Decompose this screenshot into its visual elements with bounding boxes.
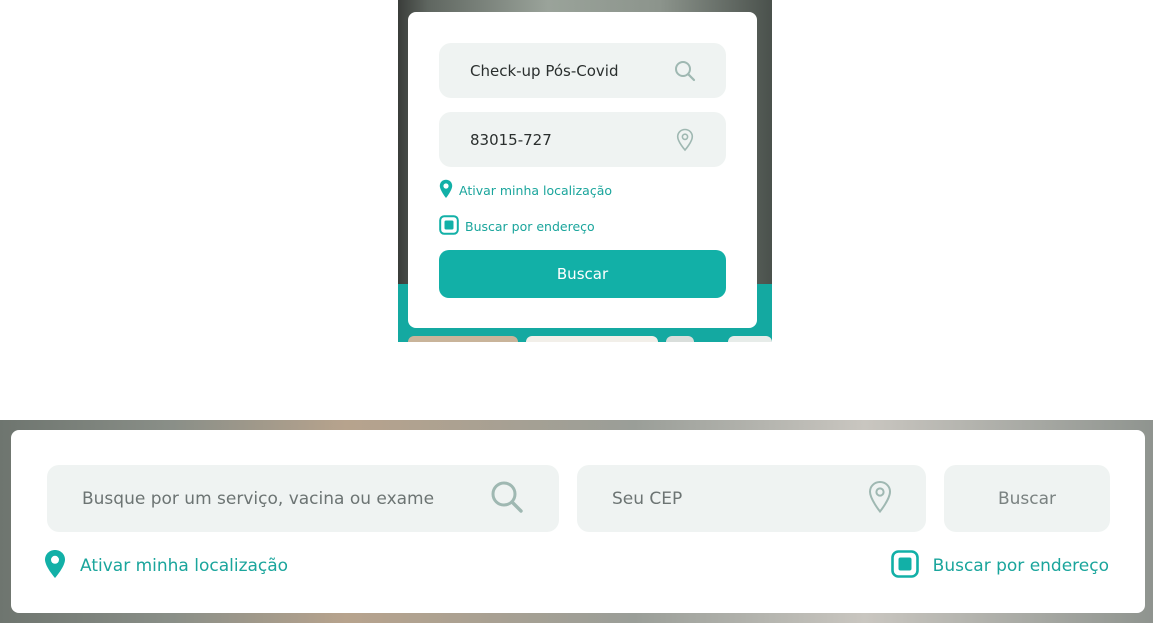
service-search-input[interactable]: Check-up Pós-Covid (439, 43, 726, 98)
address-search-checkbox[interactable]: Buscar por endereço (890, 549, 1109, 583)
background-tile (728, 336, 772, 342)
search-icon[interactable] (672, 58, 698, 84)
activate-location-link[interactable]: Ativar minha localização (439, 179, 612, 202)
desktop-search-preview: Busque por um serviço, vacina ou exame S… (0, 420, 1153, 623)
activate-location-label: Ativar minha localização (459, 183, 613, 198)
checkbox-icon[interactable] (890, 549, 919, 583)
filled-location-pin-icon (439, 179, 453, 202)
location-pin-icon (868, 480, 892, 518)
service-search-value: Check-up Pós-Covid (470, 61, 619, 80)
service-search-input[interactable]: Busque por um serviço, vacina ou exame (47, 465, 559, 532)
search-button[interactable]: Buscar (439, 250, 726, 298)
location-pin-icon (672, 127, 698, 153)
background-tile (526, 336, 658, 342)
address-search-label: Buscar por endereço (932, 556, 1109, 576)
activate-location-label: Ativar minha localização (80, 556, 289, 576)
cep-input[interactable]: 83015-727 (439, 112, 726, 167)
mobile-search-preview: Check-up Pós-Covid 83015-727 Ativar minh… (398, 0, 772, 342)
search-icon[interactable] (489, 479, 525, 519)
filled-location-pin-icon (44, 549, 66, 584)
address-search-checkbox[interactable]: Buscar por endereço (439, 215, 595, 238)
activate-location-link[interactable]: Ativar minha localização (44, 549, 289, 584)
search-button[interactable]: Buscar (944, 465, 1110, 532)
address-search-label: Buscar por endereço (465, 219, 595, 234)
cep-input[interactable]: Seu CEP (577, 465, 926, 532)
background-tile (666, 336, 694, 342)
background-tile (408, 336, 518, 342)
cep-placeholder: Seu CEP (612, 488, 683, 509)
checkbox-icon[interactable] (439, 215, 459, 238)
mobile-search-card: Check-up Pós-Covid 83015-727 Ativar minh… (408, 12, 757, 328)
desktop-search-card: Busque por um serviço, vacina ou exame S… (11, 430, 1145, 613)
cep-value: 83015-727 (470, 130, 552, 149)
service-search-placeholder: Busque por um serviço, vacina ou exame (82, 488, 435, 509)
